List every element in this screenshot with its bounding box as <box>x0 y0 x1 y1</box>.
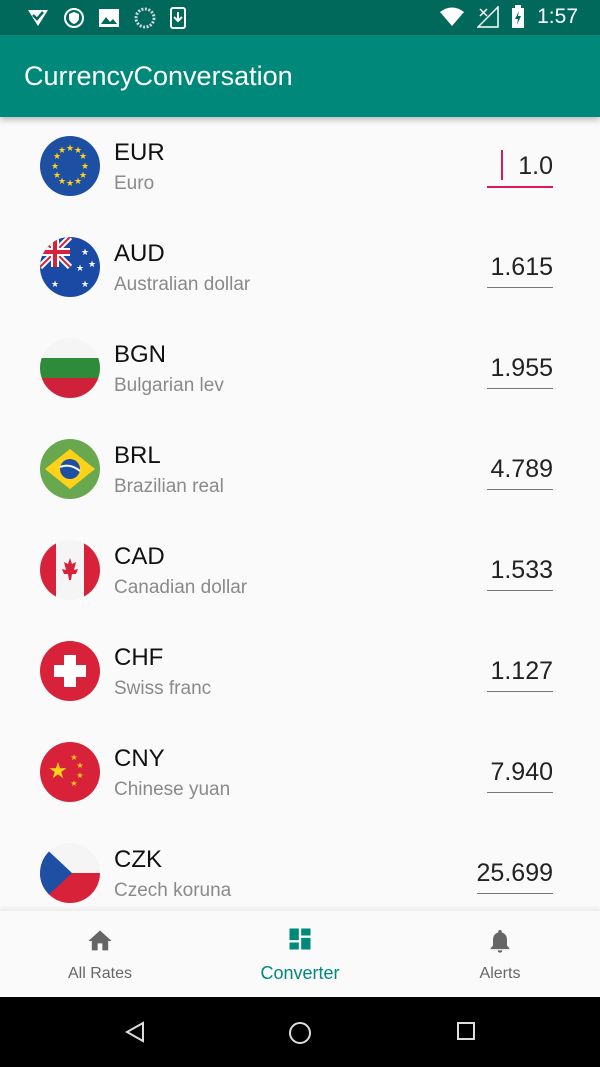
svg-text:★: ★ <box>66 144 74 154</box>
status-icons-left <box>26 6 186 30</box>
svg-text:★: ★ <box>81 248 89 258</box>
vpn-check-icon <box>28 10 48 26</box>
amount-input-cad[interactable]: 1.533 <box>487 556 553 591</box>
home-circle-icon[interactable] <box>288 1021 312 1045</box>
currency-name: Czech koruna <box>114 880 232 901</box>
bell-icon <box>490 929 510 953</box>
text-caret <box>501 150 503 180</box>
shield-icon <box>64 8 84 28</box>
wifi-icon <box>440 7 465 26</box>
amount-value: 1.955 <box>490 354 553 382</box>
currency-row-cad[interactable]: CAD Canadian dollar 1.533 <box>0 521 600 622</box>
amount-value: 1.0 <box>518 152 553 180</box>
amount-input-cny[interactable]: 7.940 <box>487 758 553 793</box>
amount-input-chf[interactable]: 1.127 <box>487 657 553 692</box>
currency-code: AUD <box>114 240 165 267</box>
currency-code: EUR <box>114 139 165 166</box>
amount-value: 1.615 <box>490 253 553 281</box>
battery-charging-icon <box>512 5 525 28</box>
eu-flag-icon: ★ ★ ★ ★ ★ ★ ★ ★ ★ ★ ★ ★ <box>40 136 100 196</box>
currency-name: Bulgarian lev <box>114 375 224 396</box>
amount-input-brl[interactable]: 4.789 <box>487 455 553 490</box>
currency-row-eur[interactable]: ★ ★ ★ ★ ★ ★ ★ ★ ★ ★ ★ ★ EUR Euro 1.0 <box>0 117 600 218</box>
bulgaria-flag-icon <box>40 338 100 398</box>
amount-input-czk[interactable]: 25.699 <box>476 859 553 894</box>
china-flag-icon: ★ ★ ★ ★ ★ <box>40 742 100 802</box>
back-icon[interactable] <box>124 1021 146 1043</box>
currency-code: CZK <box>114 846 162 873</box>
svg-text:★: ★ <box>76 264 84 274</box>
australia-flag-icon: ★ ★ ★ ★ ★ <box>40 237 100 297</box>
currency-row-chf[interactable]: CHF Swiss franc 1.127 <box>0 622 600 723</box>
amount-input-aud[interactable]: 1.615 <box>487 253 553 288</box>
svg-text:★: ★ <box>74 177 82 187</box>
download-icon <box>170 7 186 29</box>
svg-text:★: ★ <box>79 152 87 162</box>
svg-text:★: ★ <box>66 179 74 189</box>
image-icon <box>99 9 119 27</box>
currency-code: CAD <box>114 543 165 570</box>
switzerland-flag-icon <box>40 641 100 701</box>
amount-input-bgn[interactable]: 1.955 <box>487 354 553 389</box>
currency-row-czk[interactable]: CZK Czech koruna 25.699 <box>0 824 600 910</box>
bottom-navigation: All Rates Converter Alerts <box>0 910 600 997</box>
system-navigation-bar <box>0 997 600 1067</box>
currency-name: Chinese yuan <box>114 779 231 800</box>
status-bar: 1:57 <box>0 0 600 35</box>
czech-flag-icon <box>40 843 100 903</box>
currency-name: Euro <box>114 173 155 194</box>
svg-text:★: ★ <box>88 260 96 270</box>
svg-text:★: ★ <box>81 280 89 290</box>
recents-icon[interactable] <box>456 1021 476 1041</box>
app-title: CurrencyConversation <box>24 61 293 91</box>
home-icon <box>88 930 112 951</box>
svg-text:★: ★ <box>48 759 68 784</box>
svg-text:★: ★ <box>76 761 83 770</box>
currency-code: BRL <box>114 442 161 469</box>
dashboard-icon <box>289 928 311 950</box>
currency-list[interactable]: ★ ★ ★ ★ ★ ★ ★ ★ ★ ★ ★ ★ EUR Euro 1.0 ★ ★… <box>0 117 600 910</box>
currency-code: CHF <box>114 644 164 671</box>
svg-text:★: ★ <box>70 779 77 788</box>
amount-input-eur[interactable]: 1.0 <box>487 150 553 188</box>
signal-off-icon <box>477 6 499 28</box>
nav-item-all-rates[interactable]: All Rates <box>0 911 200 998</box>
app-bar: CurrencyConversation <box>0 35 600 117</box>
brazil-flag-icon <box>40 439 100 499</box>
nav-item-converter[interactable]: Converter <box>200 911 400 998</box>
amount-value: 1.533 <box>490 556 553 584</box>
svg-text:★: ★ <box>51 162 59 172</box>
currency-row-aud[interactable]: ★ ★ ★ ★ ★ AUD Australian dollar 1.615 <box>0 218 600 319</box>
currency-name: Australian dollar <box>114 274 251 295</box>
currency-row-cny[interactable]: ★ ★ ★ ★ ★ CNY Chinese yuan 7.940 <box>0 723 600 824</box>
nav-label: Converter <box>260 963 340 983</box>
canada-flag-icon <box>40 540 100 600</box>
nav-label: Alerts <box>479 965 521 982</box>
currency-row-brl[interactable]: BRL Brazilian real 4.789 <box>0 420 600 521</box>
currency-code: BGN <box>114 341 167 368</box>
currency-name: Brazilian real <box>114 476 224 497</box>
amount-value: 7.940 <box>490 758 553 786</box>
status-icons-right: 1:57 <box>439 5 578 29</box>
nav-item-alerts[interactable]: Alerts <box>400 911 600 998</box>
amount-value: 1.127 <box>490 657 553 685</box>
svg-text:★: ★ <box>58 146 66 156</box>
svg-text:★: ★ <box>53 171 61 181</box>
currency-row-bgn[interactable]: BGN Bulgarian lev 1.955 <box>0 319 600 420</box>
currency-name: Canadian dollar <box>114 577 248 598</box>
svg-text:★: ★ <box>51 280 59 290</box>
sync-circle-icon <box>134 7 156 29</box>
amount-value: 25.699 <box>476 859 553 887</box>
currency-name: Swiss franc <box>114 678 212 699</box>
status-time: 1:57 <box>537 5 578 28</box>
nav-label: All Rates <box>67 965 133 982</box>
amount-value: 4.789 <box>490 455 553 483</box>
currency-code: CNY <box>114 745 165 772</box>
